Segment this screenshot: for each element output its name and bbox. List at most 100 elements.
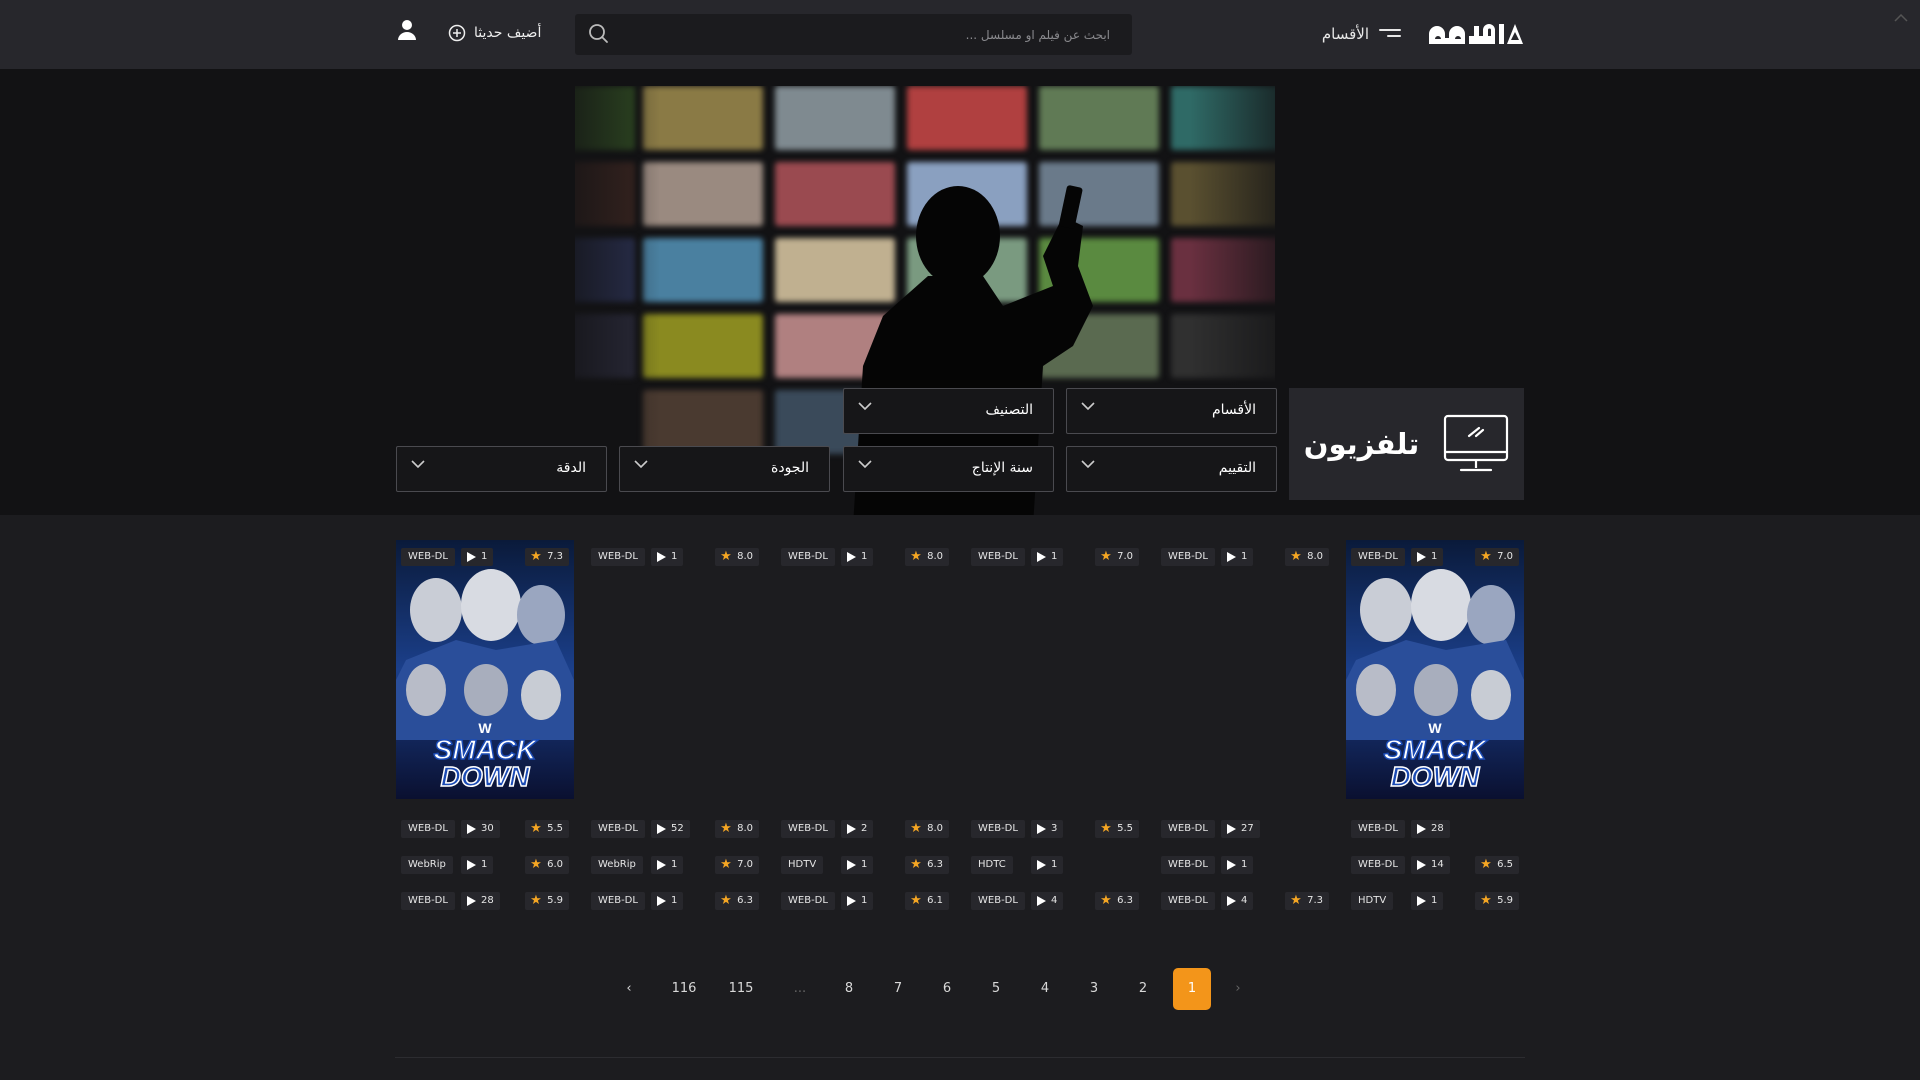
card-poster[interactable]: W SMACK DOWN	[396, 540, 574, 799]
card-badges: HDTC 1	[971, 856, 1139, 874]
quality-badge: WEB-DL	[781, 892, 835, 910]
user-icon[interactable]	[397, 19, 417, 41]
card-badges: WEB-DL 1 ★ 6.3	[591, 892, 759, 910]
card-badges: WEB-DL 1 ★ 6.1	[781, 892, 949, 910]
rating-value: 8.0	[1307, 551, 1323, 562]
series-card[interactable]: WebRip 1 ★ 6.0	[396, 848, 574, 874]
series-card[interactable]: WEB-DL 1	[1156, 848, 1334, 874]
episodes-badge: 14	[1411, 856, 1450, 874]
card-badges: WEB-DL 28	[1351, 820, 1519, 838]
series-card[interactable]: WEB-DL 52 ★ 8.0	[586, 812, 764, 838]
card-poster[interactable]: W SMACK DOWN	[1346, 540, 1524, 799]
filter-resolution[interactable]: الدقة	[396, 446, 607, 492]
series-card[interactable]: HDTV 1 ★ 5.9	[1346, 884, 1524, 910]
categories-menu-button[interactable]: الأقسام	[1322, 24, 1401, 44]
filter-rating[interactable]: التقييم	[1066, 446, 1277, 492]
series-card[interactable]: WEB-DL 1 ★ 6.3	[586, 884, 764, 910]
series-card[interactable]: WEB-DL 1 ★ 8.0	[1156, 540, 1334, 799]
play-icon	[467, 860, 476, 870]
rating-badge: ★ 5.5	[525, 820, 569, 838]
star-icon: ★	[1480, 857, 1492, 872]
episodes-count: 27	[1241, 823, 1254, 834]
chevron-up-icon[interactable]	[1894, 14, 1908, 22]
play-icon	[847, 896, 856, 906]
rating-value: 7.0	[737, 859, 753, 870]
page-link[interactable]: 116	[665, 968, 703, 1010]
recently-added-link[interactable]: أضيف حديثا	[448, 21, 541, 45]
series-card[interactable]: W SMACK DOWN WEB-DL 1 ★ 7.0	[1346, 540, 1524, 799]
series-card[interactable]: WEB-DL 30 ★ 5.5	[396, 812, 574, 838]
rating-badge: ★ 6.0	[525, 856, 569, 874]
chevron-down-icon	[411, 460, 425, 469]
episodes-count: 4	[1051, 895, 1058, 906]
star-icon: ★	[1480, 549, 1492, 564]
series-card[interactable]: WEB-DL 14 ★ 6.5	[1346, 848, 1524, 874]
page-link[interactable]: 6	[928, 968, 966, 1010]
star-icon: ★	[530, 821, 542, 836]
series-card[interactable]: WEB-DL 2 ★ 8.0	[776, 812, 954, 838]
star-icon: ★	[720, 857, 732, 872]
series-card[interactable]: WEB-DL 4 ★ 7.3	[1156, 884, 1334, 910]
section-title-box: تلفزيون	[1289, 388, 1524, 500]
series-card[interactable]: WEB-DL 28	[1346, 812, 1524, 838]
rating-badge: ★ 5.9	[525, 892, 569, 910]
star-icon: ★	[910, 893, 922, 908]
series-card[interactable]: WEB-DL 27	[1156, 812, 1334, 838]
next-page-arrow[interactable]: ›	[1219, 968, 1257, 1010]
quality-badge: WEB-DL	[591, 820, 645, 838]
episodes-badge: 27	[1221, 820, 1260, 838]
card-badges: WebRip 1 ★ 6.0	[401, 856, 569, 874]
episodes-badge: 1	[651, 892, 684, 910]
play-icon	[467, 896, 476, 906]
series-card[interactable]: HDTC 1	[966, 848, 1144, 874]
series-card[interactable]: WebRip 1 ★ 7.0	[586, 848, 764, 874]
page-link[interactable]: 2	[1124, 968, 1162, 1010]
search-icon[interactable]	[587, 22, 609, 44]
brand-logo[interactable]	[1427, 20, 1523, 46]
prev-page-arrow[interactable]: ‹	[610, 968, 648, 1010]
series-card[interactable]: WEB-DL 28 ★ 5.9	[396, 884, 574, 910]
episodes-count: 1	[1051, 859, 1058, 870]
filter-label: الجودة	[771, 460, 809, 476]
page-link[interactable]: 7	[879, 968, 917, 1010]
page-link[interactable]: 1	[1173, 968, 1211, 1010]
page-link[interactable]: 3	[1075, 968, 1113, 1010]
episodes-badge: 1	[651, 548, 684, 566]
quality-badge: WEB-DL	[591, 892, 645, 910]
episodes-badge: 1	[461, 548, 494, 566]
episodes-badge: 1	[651, 856, 684, 874]
page-link[interactable]: 5	[977, 968, 1015, 1010]
episodes-badge: 1	[1221, 548, 1254, 566]
episodes-count: 28	[481, 895, 494, 906]
rating-badge: ★ 7.0	[1475, 548, 1519, 566]
filter-categories[interactable]: الأقسام	[1066, 388, 1277, 434]
rating-value: 8.0	[737, 551, 753, 562]
star-icon: ★	[1100, 821, 1112, 836]
play-icon	[657, 552, 666, 562]
quality-badge: WEB-DL	[781, 820, 835, 838]
filter-classification[interactable]: التصنيف	[843, 388, 1054, 434]
filter-year[interactable]: سنة الإنتاج	[843, 446, 1054, 492]
rating-badge: ★ 7.0	[1095, 548, 1139, 566]
filter-quality[interactable]: الجودة	[619, 446, 830, 492]
chevron-down-icon	[1081, 402, 1095, 411]
series-card[interactable]: WEB-DL 3 ★ 5.5	[966, 812, 1144, 838]
series-card[interactable]: WEB-DL 1 ★ 8.0	[586, 540, 764, 799]
search-input[interactable]	[615, 14, 1130, 55]
series-card[interactable]: WEB-DL 1 ★ 8.0	[776, 540, 954, 799]
rating-value: 8.0	[927, 823, 943, 834]
series-card[interactable]: WEB-DL 4 ★ 6.3	[966, 884, 1144, 910]
star-icon: ★	[910, 821, 922, 836]
page-link[interactable]: 8	[830, 968, 868, 1010]
series-card[interactable]: WEB-DL 1 ★ 7.0	[966, 540, 1144, 799]
episodes-count: 3	[1051, 823, 1058, 834]
series-card[interactable]: WEB-DL 1 ★ 6.1	[776, 884, 954, 910]
series-card[interactable]: W SMACK DOWN WEB-DL 1 ★ 7.3	[396, 540, 574, 799]
page-link[interactable]: 4	[1026, 968, 1064, 1010]
plus-circle-icon	[448, 24, 466, 42]
play-icon	[1037, 860, 1046, 870]
chevron-down-icon	[858, 460, 872, 469]
page-link[interactable]: 115	[722, 968, 760, 1010]
series-card[interactable]: HDTV 1 ★ 6.3	[776, 848, 954, 874]
episodes-count: 1	[1431, 551, 1438, 562]
